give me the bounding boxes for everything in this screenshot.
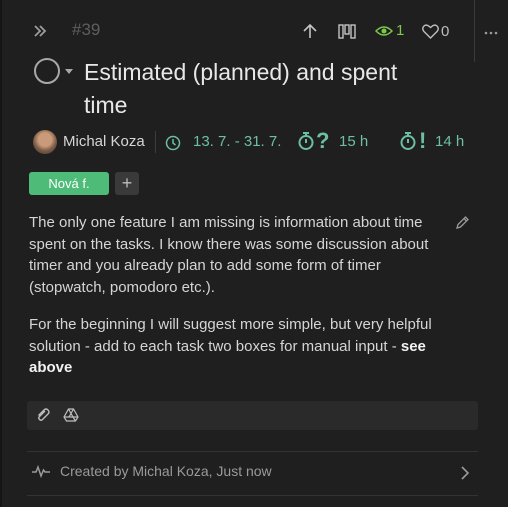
add-tag-button[interactable]: + [115,172,139,195]
divider [155,131,156,153]
stopwatch-icon [298,132,314,150]
estimated-time-button[interactable]: ? [297,128,330,153]
task-author[interactable]: Michal Koza [63,133,145,150]
task-description[interactable]: The only one feature I am missing is inf… [29,212,454,395]
heart-icon [422,24,439,39]
stopwatch-icon [400,132,416,150]
pencil-icon[interactable] [454,215,470,236]
arrow-up-icon[interactable] [302,23,318,44]
eye-icon [375,26,393,36]
activity-icon [31,464,51,483]
description-paragraph: The only one feature I am missing is inf… [29,214,429,296]
spent-mark: ! [419,128,427,153]
chevron-right-icon[interactable] [460,465,470,486]
divider [27,495,478,496]
task-dates[interactable]: 13. 7. - 31. 7. [193,133,281,150]
watchers-count: 1 [396,22,405,39]
estimated-time-value[interactable]: 15 h [339,133,368,150]
spent-time-value[interactable]: 14 h [435,133,464,150]
avatar[interactable] [33,130,57,154]
chevron-down-icon[interactable] [65,69,73,74]
description-text: For the beginning I will suggest more si… [29,316,432,355]
divider [27,451,478,452]
likes-count: 0 [441,22,450,40]
google-drive-icon[interactable] [63,408,79,427]
paperclip-icon[interactable] [35,407,51,428]
estimated-mark: ? [316,128,330,153]
task-status-toggle[interactable] [34,58,60,84]
watchers-button[interactable]: 1 [375,22,405,39]
task-number: #39 [72,20,101,39]
tag-nova-f[interactable]: Nová f. [29,172,109,195]
clock-icon [165,135,181,156]
task-title[interactable]: Estimated (planned) and spent time [84,56,444,122]
window-edge [0,0,2,507]
description-paragraph: For the beginning I will suggest more si… [29,314,454,379]
chevron-double-right-icon[interactable] [33,22,47,43]
more-icon[interactable] [484,22,498,38]
task-toolbar: #39 1 0 [0,18,508,46]
board-icon[interactable] [338,24,356,45]
attachments-bar [27,401,478,430]
like-button[interactable]: 0 [422,24,449,39]
spent-time-button[interactable]: ! [399,128,427,153]
activity-summary[interactable]: Created by Michal Koza, Just now [60,463,272,479]
